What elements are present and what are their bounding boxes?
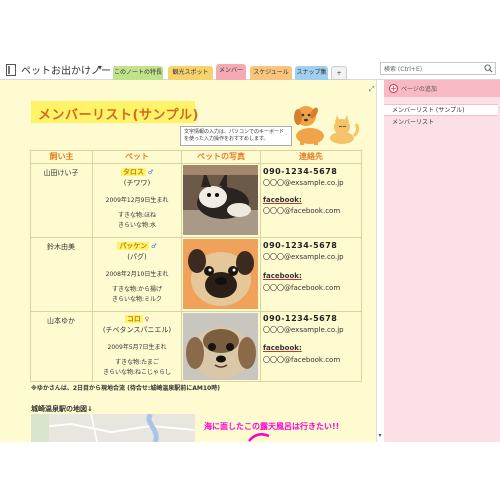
email-address[interactable]: 〇〇〇@exsample.co.jp <box>263 325 344 335</box>
pet-name: タロス <box>120 168 146 176</box>
member-table: 飼い主 ペット ペットの写真 連絡先 山田けい子 タロス ♂ (チワワ) 200… <box>30 150 362 382</box>
table-border <box>260 150 261 382</box>
column-header-contact: 連絡先 <box>299 152 323 161</box>
notebook-icon[interactable] <box>6 64 16 76</box>
tab-schedule[interactable]: スケジュール <box>250 66 292 80</box>
pet-breed[interactable]: (チワワ) <box>93 178 181 188</box>
table-border <box>361 150 362 382</box>
pet-photo-tibetan-spaniel[interactable] <box>183 313 258 380</box>
phone-text: 090-1234-5678 <box>263 167 338 176</box>
chevron-down-icon[interactable]: ▾ <box>98 63 102 72</box>
table-border <box>30 311 362 312</box>
tab-members[interactable]: メンバー <box>216 64 246 80</box>
search-icon[interactable] <box>484 64 493 73</box>
owner-name[interactable]: 山田けい子 <box>31 168 91 178</box>
email-address[interactable]: 〇〇〇@exsample.co.jp <box>263 252 344 262</box>
facebook-label-text: facebook: <box>263 196 302 204</box>
male-icon: ♂ <box>151 243 157 250</box>
map-title[interactable]: 城崎温泉駅の地図↓ <box>31 404 93 414</box>
notebook-title[interactable]: ペットお出かけノート <box>21 62 121 77</box>
pet-name: コロ <box>124 315 143 323</box>
page-list-panel <box>384 80 500 442</box>
input-tip-note[interactable]: 文字情報の入力は、パソコンでのキーボードを使った入力操作をおすすめします。 <box>180 126 292 146</box>
email-address[interactable]: 〇〇〇@exsample.co.jp <box>263 178 344 188</box>
pet-photo-pug[interactable] <box>183 239 258 309</box>
pet-breed[interactable]: (パグ) <box>93 252 181 262</box>
tab-snapshots[interactable]: スナップ集 <box>295 66 328 80</box>
pet-birthday[interactable]: 2009年5月7日生まれ <box>93 342 181 351</box>
dog-and-cat-illustration <box>294 106 360 145</box>
pet-name-line[interactable]: パッケン ♂ <box>93 241 181 251</box>
pet-photo-chihuahua[interactable] <box>183 165 258 235</box>
add-section-button[interactable]: + <box>331 66 347 80</box>
pet-likes[interactable]: すきな物:から揚げ <box>93 284 181 293</box>
tab-sightseeing[interactable]: 観光スポット <box>168 66 213 80</box>
facebook-label[interactable]: facebook: <box>263 344 302 352</box>
table-border <box>30 150 31 382</box>
facebook-address[interactable]: 〇〇〇@facebook.com <box>263 283 340 293</box>
phone-text: 090-1234-5678 <box>263 241 338 250</box>
page-title[interactable]: メンバーリスト(サンプル) <box>38 104 199 123</box>
female-icon: ♀ <box>144 316 150 323</box>
pet-breed[interactable]: (チベタンスパニエル) <box>93 325 181 335</box>
pet-likes[interactable]: すきな物:たまご <box>93 357 181 366</box>
table-border <box>181 150 182 382</box>
pet-name: パッケン <box>117 242 150 250</box>
page-item-member-list-sample[interactable]: メンバーリスト (サンプル) <box>384 104 498 116</box>
phone-number[interactable]: 090-1234-5678 <box>263 241 337 250</box>
facebook-label-text: facebook: <box>263 272 302 280</box>
page-item-member-list[interactable]: メンバーリスト <box>384 117 498 129</box>
column-header-photo: ペットの写真 <box>197 152 245 161</box>
scroll-down-icon[interactable]: ▾ <box>376 432 384 440</box>
pet-dislikes[interactable]: きらいな物:水 <box>93 220 181 229</box>
vertical-scrollbar[interactable] <box>376 80 384 442</box>
owner-name[interactable]: 山本ゆか <box>31 316 91 326</box>
pet-birthday[interactable]: 2008年2月10日生まれ <box>93 269 181 278</box>
phone-number[interactable]: 090-1234-5678 <box>263 167 337 176</box>
phone-text: 090-1234-5678 <box>263 314 338 323</box>
pet-dislikes[interactable]: きらいな物:ミルク <box>93 294 181 303</box>
pet-name-line[interactable]: コロ ♀ <box>93 314 181 324</box>
add-page-icon[interactable]: + <box>389 84 398 93</box>
onsen-note[interactable]: 海に面したこの露天風呂は行きたい!! <box>204 421 339 432</box>
station-map-image[interactable] <box>31 414 195 442</box>
facebook-label[interactable]: facebook: <box>263 272 302 280</box>
pet-name-line[interactable]: タロス ♂ <box>93 167 181 177</box>
male-icon: ♂ <box>147 169 154 176</box>
phone-number[interactable]: 090-1234-5678 <box>263 314 337 323</box>
table-border <box>30 381 362 382</box>
onenote-window: ペットお出かけノート ▾ このノートの特長 観光スポット メンバー スケジュール… <box>0 0 500 500</box>
facebook-address[interactable]: 〇〇〇@facebook.com <box>263 355 340 365</box>
facebook-address[interactable]: 〇〇〇@facebook.com <box>263 206 340 216</box>
search-input[interactable]: 検索 (Ctrl+E) <box>380 62 496 75</box>
facebook-label-text: facebook: <box>263 344 302 352</box>
column-header-pet: ペット <box>125 152 149 161</box>
window-bottom-blank <box>0 442 500 500</box>
table-border <box>30 163 362 164</box>
footnote[interactable]: ※ゆかさんは、2日目から現地合流 (待合せ:城崎温泉駅前にAM10時) <box>31 383 220 392</box>
pet-likes[interactable]: すきな物:ほね <box>93 210 181 219</box>
table-border <box>30 237 362 238</box>
tab-features[interactable]: このノートの特長 <box>113 66 163 80</box>
add-page-label[interactable]: ページの追加 <box>401 84 437 93</box>
pet-dislikes[interactable]: きらいな物:ねこじゃらし <box>93 367 181 376</box>
pet-birthday[interactable]: 2009年12月9日生まれ <box>93 195 181 204</box>
facebook-label[interactable]: facebook: <box>263 196 302 204</box>
expand-icon[interactable]: ⤢ <box>369 85 375 94</box>
search-placeholder: 検索 (Ctrl+E) <box>384 66 423 73</box>
arrow-icon <box>248 433 270 442</box>
column-header-owner: 飼い主 <box>49 152 74 161</box>
owner-name[interactable]: 鈴木由美 <box>31 242 91 252</box>
